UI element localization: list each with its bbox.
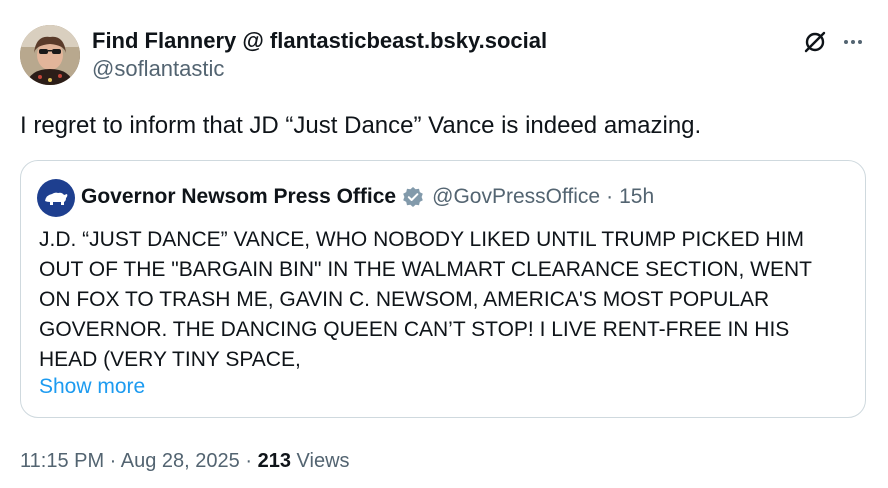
quoted-text-line: GOVERNOR. THE DANCING QUEEN CAN’T STOP! … xyxy=(39,318,790,341)
author-handle[interactable]: @soflantastic xyxy=(92,56,224,82)
post-meta: 11:15 PM · Aug 28, 2025 · 213 Views xyxy=(20,448,350,474)
quoted-author-handle[interactable]: @GovPressOffice xyxy=(432,183,600,211)
bear-icon xyxy=(45,192,68,205)
grok-icon[interactable] xyxy=(800,27,830,57)
quoted-post-header: Governor Newsom Press Office @GovPressOf… xyxy=(81,183,654,211)
post-timestamp[interactable]: 11:15 PM · Aug 28, 2025 xyxy=(20,450,240,472)
author-avatar[interactable] xyxy=(20,25,80,85)
quoted-text-line: OUT OF THE "BARGAIN BIN" IN THE WALMART … xyxy=(39,258,812,281)
quoted-text-line: ON FOX TO TRASH ME, GAVIN C. NEWSOM, AME… xyxy=(39,288,770,311)
views-label: Views xyxy=(296,450,350,472)
quoted-post-text: J.D. “JUST DANCE” VANCE, WHO NOBODY LIKE… xyxy=(39,225,849,375)
separator-dot: · xyxy=(245,450,253,472)
quoted-text-line: HEAD (VERY TINY SPACE, xyxy=(39,348,301,371)
verified-badge-icon xyxy=(402,186,424,208)
author-display-name[interactable]: Find Flannery @ flantasticbeast.bsky.soc… xyxy=(92,28,547,54)
more-options-icon[interactable] xyxy=(838,27,868,57)
views-count: 213 xyxy=(257,450,291,472)
quoted-text-line: J.D. “JUST DANCE” VANCE, WHO NOBODY LIKE… xyxy=(39,228,805,251)
post-text: I regret to inform that JD “Just Dance” … xyxy=(20,112,702,139)
quoted-post-card[interactable]: Governor Newsom Press Office @GovPressOf… xyxy=(20,160,866,418)
quoted-post-time[interactable]: 15h xyxy=(619,183,654,211)
show-more-link[interactable]: Show more xyxy=(39,373,145,401)
profile-photo-icon xyxy=(20,25,80,85)
separator-dot: · xyxy=(606,185,614,208)
quoted-author-avatar[interactable] xyxy=(37,179,75,217)
quoted-author-name[interactable]: Governor Newsom Press Office xyxy=(81,183,396,211)
